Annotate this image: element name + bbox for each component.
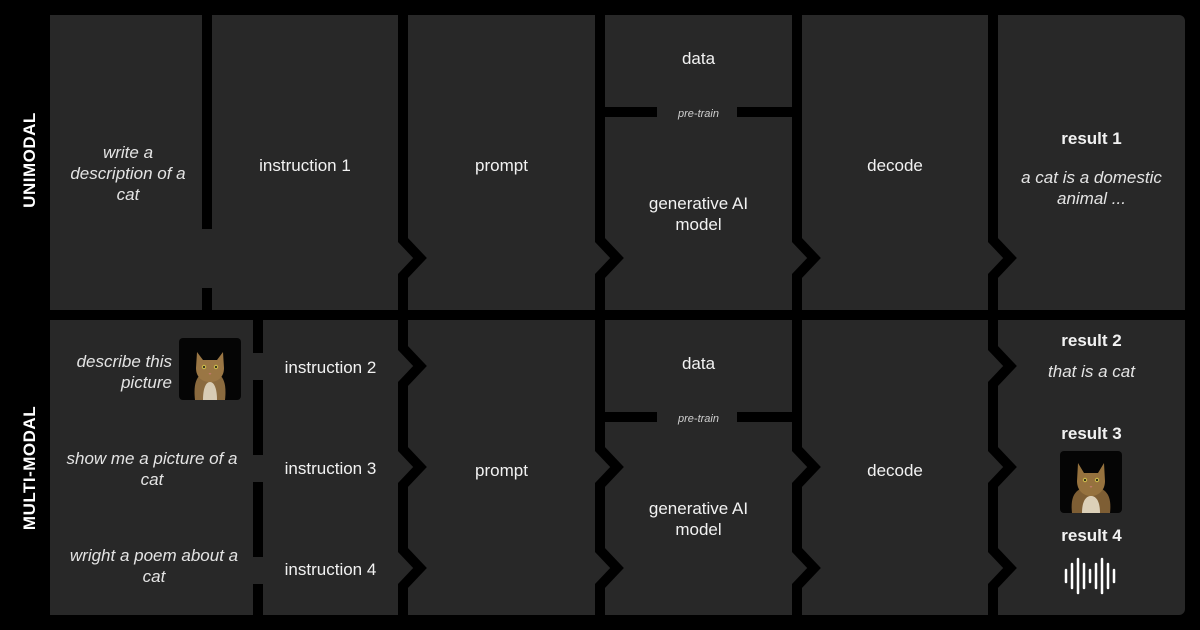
pretrain-label-top: pre-train — [678, 108, 719, 120]
input-prompt-3: show me a picture of a cat — [66, 449, 238, 489]
row-label-multimodal: MULTI-MODAL — [20, 405, 39, 531]
data-label-bottom: data — [681, 354, 716, 373]
result-2-text: that is a cat — [1048, 362, 1135, 381]
instruction-2: instruction 2 — [284, 358, 377, 377]
result-1-text: a cat is a domestic animal ... — [1021, 168, 1162, 208]
instruction-3: instruction 3 — [284, 459, 377, 478]
audio-waveform-icon — [1064, 557, 1116, 595]
cat-image-input — [179, 338, 241, 400]
prompt-label-bottom: prompt — [475, 461, 528, 480]
result-3-title: result 3 — [1061, 424, 1122, 443]
result-2-title: result 2 — [1061, 331, 1122, 350]
row-label-unimodal: UNIMODAL — [20, 112, 39, 208]
decode-label-bottom: decode — [867, 461, 923, 480]
prompt-label-top: prompt — [475, 156, 528, 175]
pretrain-label-bottom: pre-train — [678, 413, 719, 425]
input-prompt-1: write a description of a cat — [70, 143, 186, 204]
decode-label-top: decode — [867, 156, 923, 175]
cat-image-result — [1060, 451, 1122, 513]
instruction-4: instruction 4 — [284, 560, 377, 579]
result-1-title: result 1 — [1061, 129, 1122, 148]
input-prompt-4: wright a poem about a cat — [69, 546, 239, 586]
model-label-top: generative AI model — [648, 194, 749, 234]
instruction-1: instruction 1 — [259, 156, 351, 175]
result-4-title: result 4 — [1061, 526, 1122, 545]
data-label-top: data — [681, 49, 716, 68]
model-label-bottom: generative AI model — [648, 499, 749, 539]
input-prompt-2: describe this picture — [76, 352, 172, 392]
